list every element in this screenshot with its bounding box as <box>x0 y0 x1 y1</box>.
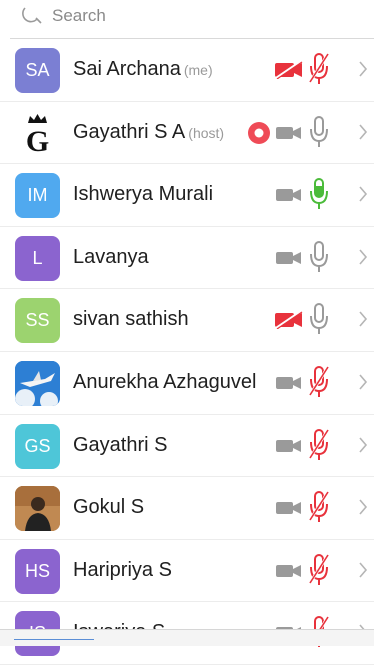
participant-row[interactable]: HS Haripriya S <box>0 540 374 603</box>
video-on-icon[interactable] <box>274 437 304 455</box>
participant-list: SA Sai Archana (me) G Gayathri S A (host) I… <box>0 39 374 665</box>
avatar <box>15 486 60 532</box>
avatar <box>15 360 60 406</box>
chevron-right-icon[interactable] <box>358 498 368 516</box>
participant-row[interactable]: Anurekha Azhaguvel <box>0 352 374 415</box>
chevron-right-icon[interactable] <box>358 123 368 141</box>
chevron-right-icon[interactable] <box>358 436 368 454</box>
mic-muted-icon[interactable] <box>308 365 330 399</box>
chevron-right-icon[interactable] <box>358 373 368 391</box>
video-on-icon[interactable] <box>274 124 304 142</box>
participant-name: Ishwerya Murali <box>73 183 214 206</box>
chevron-right-icon[interactable] <box>358 248 368 266</box>
participant-row[interactable]: GS Gayathri S <box>0 415 374 478</box>
participant-controls <box>264 540 374 601</box>
search-placeholder: Search <box>52 6 106 25</box>
mic-muted-icon[interactable] <box>308 52 330 86</box>
video-on-icon[interactable] <box>274 562 304 580</box>
participant-name: Haripriya S <box>73 558 172 581</box>
mic-muted-icon[interactable] <box>308 553 330 587</box>
participant-name-container: Haripriya S <box>73 559 172 582</box>
avatar: SA <box>15 48 60 93</box>
video-on-icon[interactable] <box>274 186 304 204</box>
video-on-icon[interactable] <box>274 499 304 517</box>
mic-muted-icon[interactable] <box>308 490 330 524</box>
participant-name-container: Gayathri S A (host) <box>73 121 224 144</box>
participant-controls <box>264 164 374 225</box>
participant-controls <box>264 39 374 100</box>
participant-row[interactable]: G Gayathri S A (host) <box>0 102 374 165</box>
avatar: L <box>15 235 60 281</box>
svg-text:G: G <box>26 125 49 156</box>
avatar: HS <box>15 548 60 594</box>
participant-controls <box>264 415 374 476</box>
search-bar[interactable]: Search <box>0 0 374 38</box>
participant-row[interactable]: Gokul S <box>0 477 374 540</box>
participant-controls <box>264 477 374 538</box>
avatar: IM <box>15 173 60 219</box>
participant-name: Gayathri S <box>73 433 168 456</box>
sky-photo-icon <box>15 360 60 406</box>
participant-name: Anurekha Azhaguvel <box>73 370 257 393</box>
avatar: G <box>15 110 60 156</box>
chevron-right-icon[interactable] <box>358 561 368 579</box>
avatar: SS <box>15 298 60 344</box>
mic-icon[interactable] <box>308 240 330 274</box>
participant-controls <box>264 352 374 413</box>
person-photo-icon <box>15 486 60 532</box>
video-on-icon[interactable] <box>274 374 304 392</box>
active-indicator <box>14 639 94 640</box>
chevron-right-icon[interactable] <box>358 310 368 328</box>
participant-name: Sai Archana <box>73 58 181 80</box>
participant-name-container: Sai Archana (me) <box>73 58 213 81</box>
participant-name-container: Lavanya <box>73 246 149 269</box>
participant-name-container: Gokul S <box>73 496 144 519</box>
participant-name: Gokul S <box>73 496 145 519</box>
participant-row[interactable]: L Lavanya <box>0 227 374 290</box>
participant-row[interactable]: SS sivan sathish <box>0 289 374 352</box>
avatar: GS <box>15 423 60 469</box>
participant-name-container: sivan sathish <box>73 308 189 331</box>
chevron-right-icon[interactable] <box>358 185 368 203</box>
participant-controls <box>264 289 374 350</box>
crown-g-logo-icon: G <box>15 110 60 156</box>
participant-row[interactable]: IM Ishwerya Murali <box>0 164 374 227</box>
chevron-right-icon[interactable] <box>358 60 368 78</box>
participant-name-container: Ishwerya Murali <box>73 183 213 206</box>
participant-name-container: Gayathri S <box>73 434 167 457</box>
participant-name-container: Anurekha Azhaguvel <box>73 371 256 394</box>
participant-name: Lavanya <box>73 245 149 268</box>
mic-speaking-icon[interactable] <box>308 177 330 211</box>
participant-name: sivan sathish <box>73 308 189 331</box>
participant-name: Gayathri S A <box>73 120 186 143</box>
participant-controls <box>264 227 374 288</box>
participant-controls <box>248 102 374 163</box>
participant-role-tag: (me) <box>183 62 213 78</box>
record-icon <box>248 121 270 144</box>
participant-row[interactable]: SA Sai Archana (me) <box>0 39 374 102</box>
mic-icon[interactable] <box>308 302 330 336</box>
participant-role-tag: (host) <box>188 124 225 141</box>
video-on-icon[interactable] <box>274 249 304 267</box>
video-off-icon[interactable] <box>274 311 304 330</box>
mic-muted-icon[interactable] <box>308 428 330 462</box>
video-off-icon[interactable] <box>274 61 304 79</box>
search-icon <box>22 7 42 24</box>
mic-icon[interactable] <box>308 115 330 149</box>
bottom-toolbar <box>0 629 374 646</box>
